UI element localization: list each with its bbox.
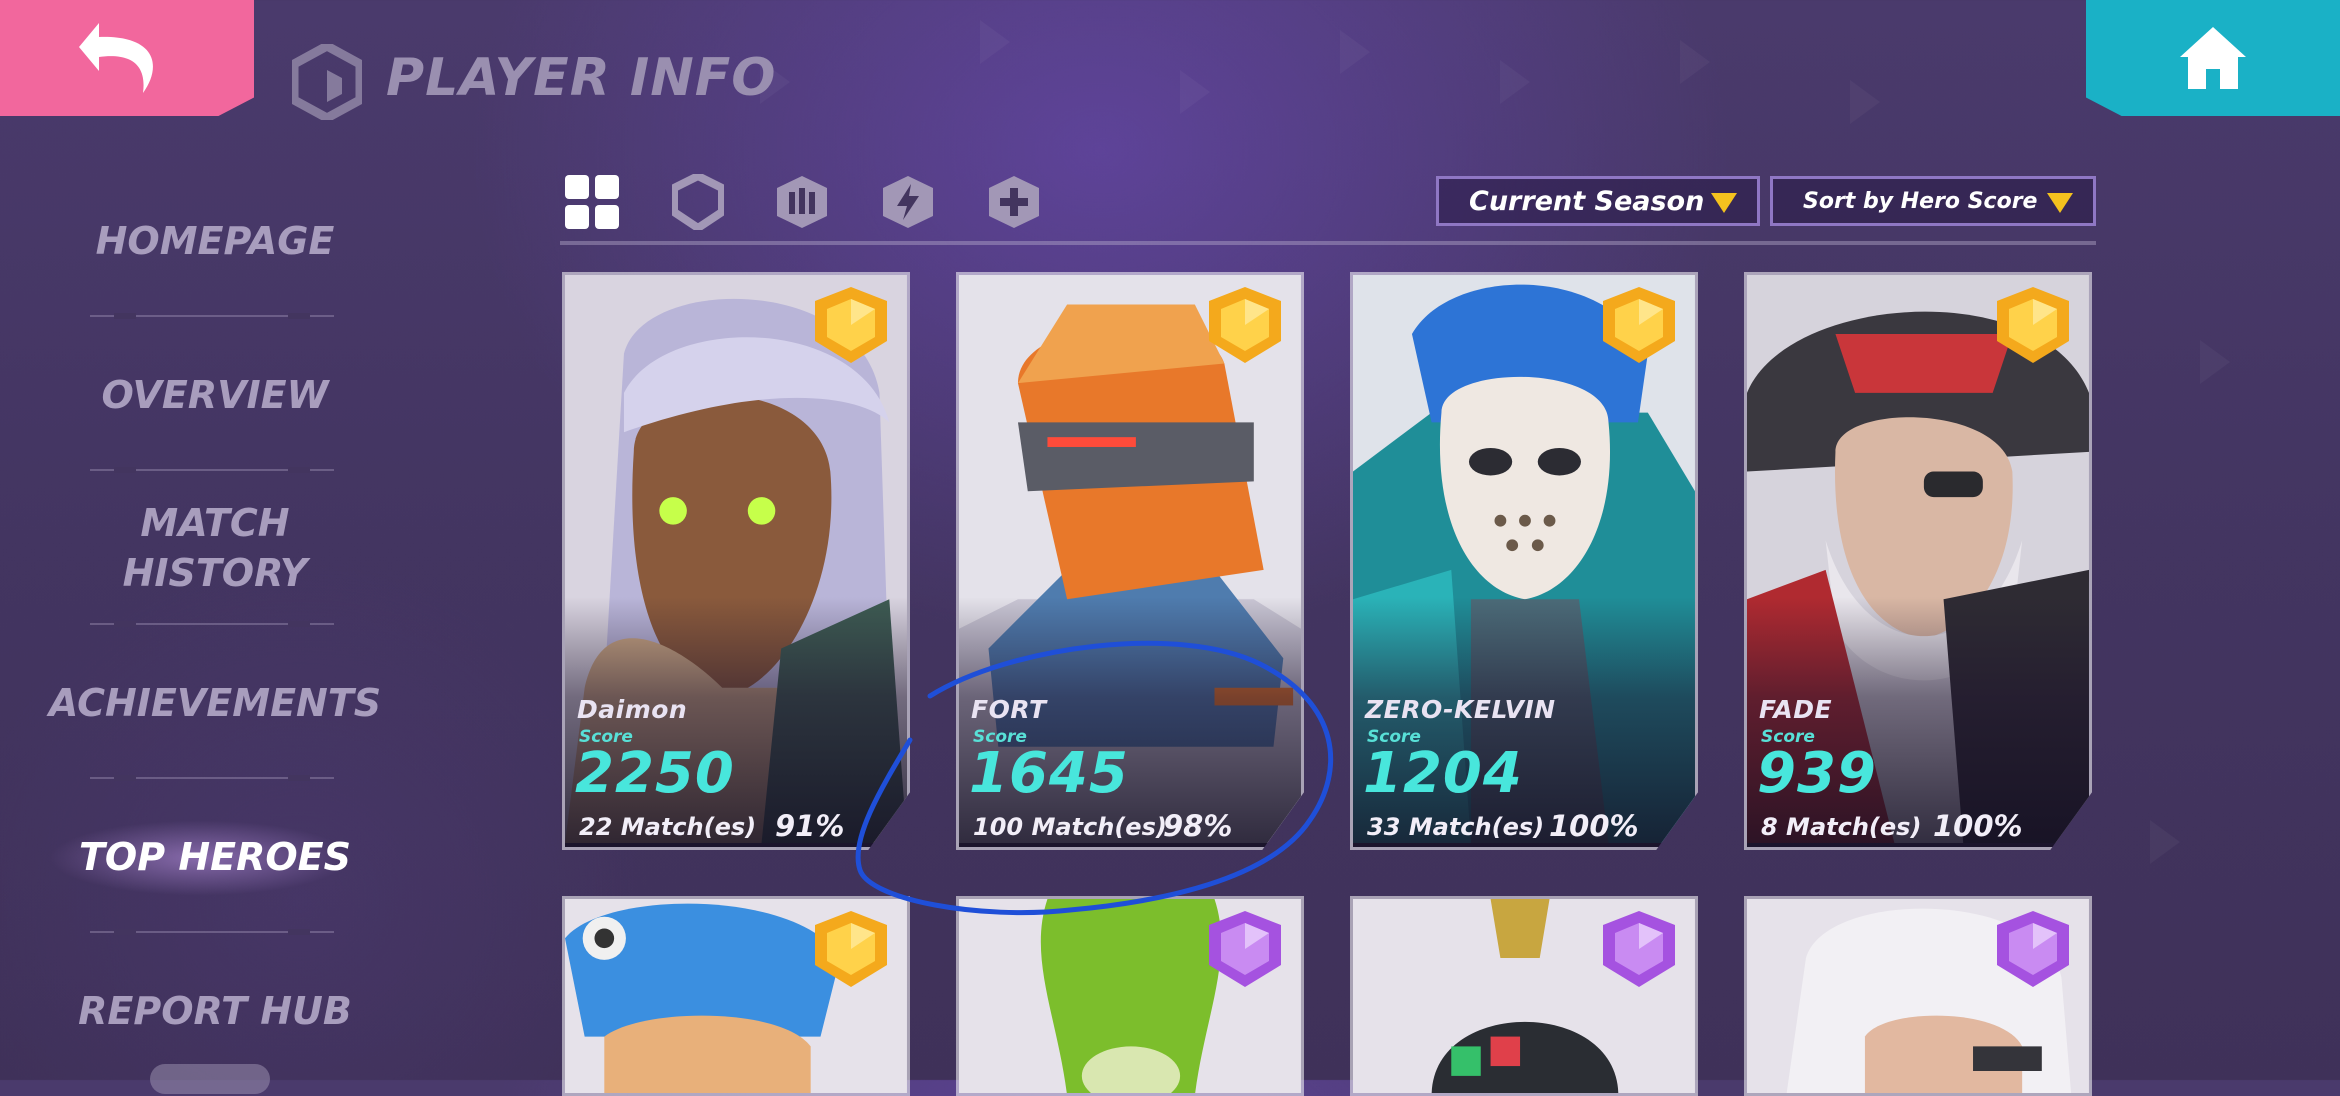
win-rate: 100%: [1549, 809, 1639, 843]
sidebar-item-overview[interactable]: OVERVIEW: [0, 370, 430, 420]
season-dropdown[interactable]: Current Season: [1436, 176, 1760, 226]
grid-icon: [565, 175, 619, 229]
hero-name: Daimon: [577, 695, 688, 724]
sidebar-divider: [90, 467, 334, 473]
filter-speed-button[interactable]: [878, 172, 938, 232]
gold-rank-badge-icon: [815, 287, 887, 363]
home-icon: [2180, 27, 2246, 89]
home-button[interactable]: [2086, 0, 2340, 116]
match-count: 22 Match(es): [579, 813, 757, 841]
sidebar-divider: [90, 313, 334, 319]
win-rate: 100%: [1933, 809, 2023, 843]
back-arrow-icon: [79, 23, 153, 93]
hero-card-fade[interactable]: FADE Score 939 8 Match(es) 100%: [1744, 272, 2092, 850]
gold-rank-badge-icon: [1997, 287, 2069, 363]
sidebar-item-top-heroes[interactable]: TOP HEROES: [0, 832, 430, 882]
hand-drawn-annotation-circle: [855, 640, 1334, 916]
sidebar-divider: [90, 929, 334, 935]
sidebar-scroll-indicator: [150, 1064, 270, 1094]
win-rate: 91%: [775, 809, 845, 843]
gold-rank-badge-icon: [1603, 287, 1675, 363]
hero-name: ZERO-KELVIN: [1365, 695, 1556, 724]
plus-icon: [989, 176, 1039, 228]
sidebar-item-achievements[interactable]: ACHIEVEMENTS: [0, 678, 430, 728]
filter-divider: [560, 241, 2096, 245]
hero-score: 2250: [575, 741, 735, 806]
player-info-logo-icon: [292, 44, 362, 120]
purple-rank-badge-icon: [1997, 911, 2069, 987]
match-count: 33 Match(es): [1367, 813, 1545, 841]
lightning-icon: [883, 176, 933, 228]
hero-score: 1204: [1363, 741, 1523, 806]
hero-score: 939: [1757, 741, 1877, 806]
purple-rank-badge-icon: [1603, 911, 1675, 987]
sort-dropdown[interactable]: Sort by Hero Score: [1770, 176, 2096, 226]
sort-dropdown-label: Sort by Hero Score: [1803, 188, 2038, 214]
gold-rank-badge-icon: [1209, 287, 1281, 363]
back-button[interactable]: [0, 0, 254, 116]
sidebar-item-homepage[interactable]: HOMEPAGE: [0, 216, 430, 266]
match-count: 8 Match(es): [1761, 813, 1922, 841]
sidebar-divider: [90, 621, 334, 627]
season-dropdown-label: Current Season: [1469, 185, 1705, 217]
sidebar-item-report-hub[interactable]: REPORT HUB: [0, 986, 430, 1036]
filter-damage-button[interactable]: [772, 172, 832, 232]
hero-card[interactable]: [1744, 896, 2092, 1096]
filter-tank-button[interactable]: [668, 172, 728, 232]
shield-icon: [672, 174, 724, 230]
hero-name: FADE: [1759, 695, 1833, 724]
chevron-down-icon: [1711, 193, 1737, 213]
chevron-down-icon: [2047, 193, 2073, 213]
hero-card[interactable]: [1350, 896, 1698, 1096]
hero-card-zero-kelvin[interactable]: ZERO-KELVIN Score 1204 33 Match(es) 100%: [1350, 272, 1698, 850]
filter-all-button[interactable]: [562, 172, 622, 232]
bullets-icon: [777, 176, 827, 228]
sidebar-item-match-history[interactable]: MATCH HISTORY: [0, 498, 430, 598]
filter-support-button[interactable]: [984, 172, 1044, 232]
page-title: PLAYER INFO: [386, 48, 777, 108]
sidebar-divider: [90, 775, 334, 781]
